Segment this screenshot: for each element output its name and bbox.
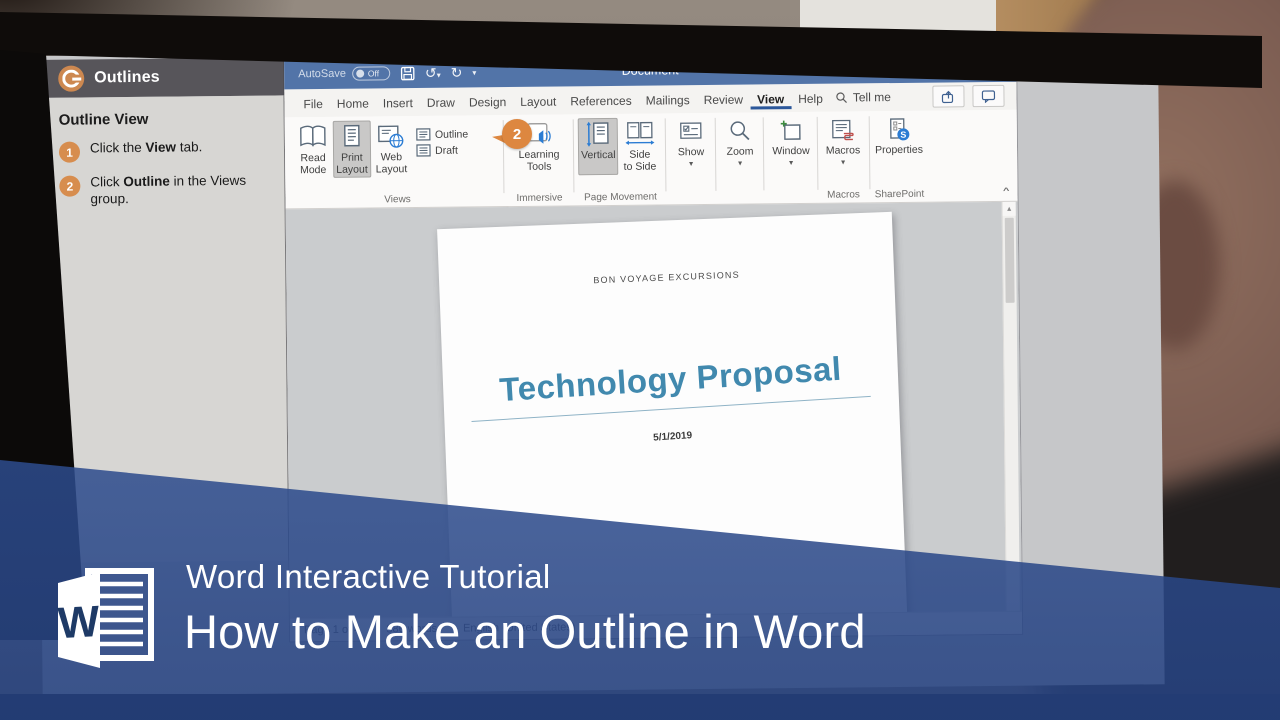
properties-icon: S	[886, 118, 912, 142]
tutorial-step-1: 1 Click the View tab.	[58, 139, 272, 163]
macros-icon	[830, 118, 856, 142]
print-layout-button[interactable]: Print Layout	[332, 120, 371, 178]
tutorial-heading: Outline View	[58, 110, 149, 129]
callout-step-2: 2	[491, 119, 532, 151]
tab-draw[interactable]: Draw	[420, 91, 462, 113]
web-layout-button[interactable]: Web Layout	[372, 120, 410, 177]
quick-access-toolbar: AutoSave Off ↺▾ ↻ ▾	[284, 65, 476, 82]
group-label-immersive: Immersive	[516, 192, 563, 204]
read-mode-icon	[298, 124, 328, 150]
group-label-page-movement: Page Movement	[584, 191, 657, 204]
step-1-number-badge: 1	[58, 141, 81, 163]
print-layout-icon	[338, 124, 364, 150]
group-label-views: Views	[384, 194, 411, 206]
step-1-text: Click the View tab.	[89, 139, 203, 156]
group-window: Window	[767, 112, 816, 203]
step-2-number-badge: 2	[59, 175, 81, 197]
group-sharepoint: S Properties SharePoint	[871, 111, 928, 203]
doc-company-header: BON VOYAGE EXCURSIONS	[593, 269, 741, 286]
zoom-button[interactable]: Zoom	[723, 116, 756, 169]
undo-icon[interactable]: ↺▾	[425, 65, 441, 81]
vertical-button[interactable]: Vertical	[577, 117, 619, 176]
customguide-logo-icon	[58, 65, 85, 92]
vertical-scrollbar[interactable]	[1001, 201, 1020, 612]
tab-layout[interactable]: Layout	[513, 89, 563, 112]
save-icon[interactable]	[400, 66, 415, 81]
outline-button[interactable]: Outline	[416, 127, 468, 141]
svg-text:S: S	[900, 130, 906, 140]
collapse-ribbon-icon[interactable]: ^	[1003, 187, 1010, 195]
ribbon: Read Mode Print Layout Web Layout Outlin…	[284, 109, 1018, 210]
group-zoom: Zoom	[719, 112, 762, 203]
properties-button[interactable]: S Properties	[872, 115, 926, 158]
window-button[interactable]: Window	[769, 116, 813, 169]
macros-button[interactable]: Macros	[822, 115, 863, 168]
svg-text:W: W	[57, 597, 102, 648]
group-label-sharepoint: SharePoint	[874, 188, 925, 201]
banner-video-title: How to Make an Outline in Word	[184, 605, 866, 658]
search-icon	[836, 92, 848, 103]
tab-insert[interactable]: Insert	[376, 91, 420, 113]
show-icon	[678, 120, 704, 144]
doc-date: 5/1/2019	[652, 430, 693, 444]
vertical-icon	[585, 121, 611, 147]
tab-view[interactable]: View	[749, 87, 792, 110]
tab-file[interactable]: File	[296, 92, 330, 114]
group-views: Read Mode Print Layout Web Layout Outlin…	[295, 115, 500, 208]
menubar-right-buttons	[932, 84, 1010, 108]
side-to-side-button[interactable]: Side to Side	[620, 117, 659, 174]
tell-me-search[interactable]: Tell me	[836, 90, 891, 105]
tab-mailings[interactable]: Mailings	[639, 88, 697, 111]
autosave-pill: Off	[351, 66, 390, 81]
callout-number: 2	[502, 119, 532, 149]
outline-icon	[416, 128, 431, 141]
group-label-macros: Macros	[827, 189, 860, 201]
group-macros: Macros Macros	[820, 111, 867, 202]
window-icon	[779, 119, 803, 143]
doc-title: Technology Proposal	[498, 349, 843, 409]
group-page-movement: Vertical Side to Side Page Movement	[577, 113, 663, 205]
tab-review[interactable]: Review	[697, 88, 751, 111]
read-mode-button[interactable]: Read Mode	[295, 121, 332, 178]
web-layout-icon	[377, 123, 405, 149]
scrollbar-thumb[interactable]	[1004, 217, 1015, 303]
autosave-knob	[355, 69, 364, 78]
tutorial-sidebar-header: Outlines	[44, 57, 285, 98]
share-button[interactable]	[932, 85, 965, 108]
scroll-up-icon[interactable]	[1002, 201, 1016, 216]
group-show: Show	[669, 113, 714, 204]
zoom-icon	[728, 120, 752, 144]
side-to-side-icon	[624, 121, 655, 147]
redo-icon[interactable]: ↻	[451, 65, 463, 81]
autosave-toggle[interactable]: AutoSave Off	[298, 66, 390, 81]
tab-design[interactable]: Design	[462, 90, 514, 113]
word-logo: W	[56, 568, 156, 672]
show-button[interactable]: Show	[675, 117, 708, 170]
tutorial-video-frame: Outlines Outline View 1 Click the View t…	[0, 0, 1280, 720]
tutorial-panel-title: Outlines	[94, 68, 160, 87]
banner-series-title: Word Interactive Tutorial	[186, 558, 551, 595]
tab-references[interactable]: References	[563, 89, 639, 112]
comment-icon	[981, 89, 996, 103]
tab-home[interactable]: Home	[330, 91, 376, 113]
comments-button[interactable]	[972, 84, 1005, 108]
tutorial-step-2: 2 Click Outline in the Views group.	[59, 173, 272, 209]
draft-button[interactable]: Draft	[416, 143, 468, 157]
step-2-text: Click Outline in the Views group.	[90, 172, 247, 207]
draft-icon	[416, 144, 431, 157]
share-icon	[941, 90, 954, 103]
quick-access-caret-icon[interactable]: ▾	[472, 68, 476, 77]
tab-help[interactable]: Help	[791, 87, 830, 109]
